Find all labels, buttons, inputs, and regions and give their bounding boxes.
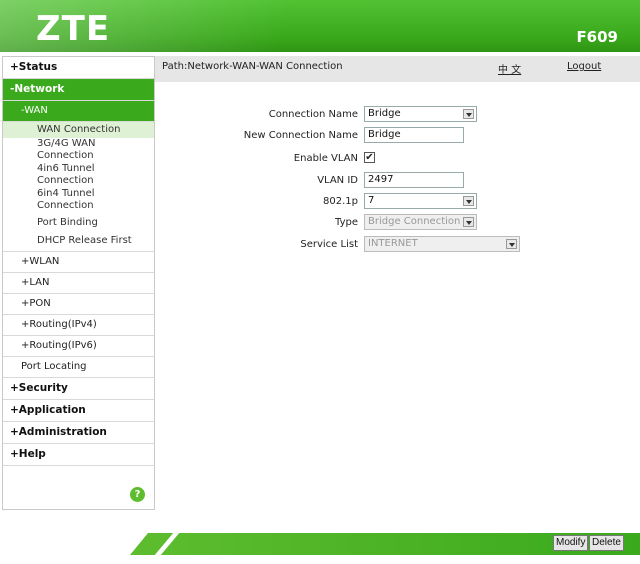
service-list-select: INTERNET — [364, 236, 520, 252]
menu-port-binding[interactable]: Port Binding — [3, 217, 154, 229]
wan-submenu: WAN Connection 3G/4G WAN Connection 4in6… — [3, 122, 154, 252]
menu-wlan[interactable]: +WLAN — [3, 252, 154, 273]
menu-network[interactable]: -Network — [3, 79, 154, 101]
new-connection-name-input[interactable]: Bridge — [364, 127, 464, 143]
8021p-value: 7 — [368, 195, 375, 206]
help-icon[interactable]: ? — [130, 487, 145, 502]
model-name: F609 — [576, 28, 618, 46]
new-connection-name-label: New Connection Name — [243, 130, 358, 141]
footer-corner — [130, 533, 148, 555]
service-list-value: INTERNET — [368, 238, 418, 249]
menu-port-locating[interactable]: Port Locating — [3, 357, 154, 378]
modify-button[interactable]: Modify — [553, 535, 589, 551]
menu-pon[interactable]: +PON — [3, 294, 154, 315]
sidebar-menu: +Status -Network -WAN WAN Connection 3G/… — [2, 56, 155, 510]
enable-vlan-label: Enable VLAN — [293, 153, 358, 164]
vlan-id-input[interactable]: 2497 — [364, 172, 464, 188]
menu-administration[interactable]: +Administration — [3, 422, 154, 444]
menu-security[interactable]: +Security — [3, 378, 154, 400]
row-vlan-id: VLAN ID 2497 — [160, 172, 640, 190]
menu-lan[interactable]: +LAN — [3, 273, 154, 294]
dropdown-arrow-icon[interactable] — [463, 196, 474, 206]
menu-routing-ipv6[interactable]: +Routing(IPv6) — [3, 336, 154, 357]
row-8021p: 802.1p 7 — [160, 193, 640, 211]
type-value: Bridge Connection — [368, 216, 461, 227]
menu-status[interactable]: +Status — [3, 57, 154, 79]
new-connection-name-value: Bridge — [368, 129, 401, 140]
menu-4in6-tunnel[interactable]: 4in6 Tunnel Connection — [3, 163, 117, 187]
menu-wan-connection[interactable]: WAN Connection — [3, 122, 154, 138]
delete-button[interactable]: Delete — [589, 535, 624, 551]
menu-wan[interactable]: -WAN — [3, 101, 154, 122]
row-connection-name: Connection Name Bridge — [160, 106, 640, 124]
connection-name-label: Connection Name — [268, 109, 358, 120]
language-link[interactable]: 中 文 — [498, 61, 521, 76]
dropdown-arrow-icon — [506, 239, 517, 249]
8021p-select[interactable]: 7 — [364, 193, 477, 209]
type-label: Type — [335, 217, 358, 228]
vlan-id-value: 2497 — [368, 174, 394, 185]
row-type: Type Bridge Connection — [160, 214, 640, 232]
header-banner: ZTE F609 — [0, 0, 640, 52]
footer-bar: Modify Delete — [130, 533, 640, 555]
connection-name-select[interactable]: Bridge — [364, 106, 477, 122]
path-bar: Path:Network-WAN-WAN Connection 中 文 Logo… — [155, 56, 640, 82]
enable-vlan-checkbox[interactable]: ✔ — [364, 152, 375, 163]
type-select: Bridge Connection — [364, 214, 477, 230]
menu-3g4g-wan[interactable]: 3G/4G WAN Connection — [3, 138, 117, 162]
8021p-label: 802.1p — [323, 196, 358, 207]
zte-logo: ZTE — [36, 9, 111, 49]
menu-dhcp-release-first[interactable]: DHCP Release First — [3, 235, 154, 247]
row-service-list: Service List INTERNET — [160, 236, 640, 254]
row-enable-vlan: Enable VLAN ✔ — [160, 150, 640, 168]
menu-help[interactable]: +Help — [3, 444, 154, 466]
row-new-connection-name: New Connection Name Bridge — [160, 127, 640, 145]
dropdown-arrow-icon — [463, 217, 474, 227]
vlan-id-label: VLAN ID — [317, 175, 358, 186]
dropdown-arrow-icon[interactable] — [463, 109, 474, 119]
breadcrumb: Path:Network-WAN-WAN Connection — [162, 61, 343, 72]
connection-name-value: Bridge — [368, 108, 401, 119]
menu-routing-ipv4[interactable]: +Routing(IPv4) — [3, 315, 154, 336]
logout-link[interactable]: Logout — [567, 61, 601, 72]
menu-6in4-tunnel[interactable]: 6in4 Tunnel Connection — [3, 188, 117, 212]
footer-stripe — [154, 533, 180, 555]
service-list-label: Service List — [300, 239, 358, 250]
menu-application[interactable]: +Application — [3, 400, 154, 422]
